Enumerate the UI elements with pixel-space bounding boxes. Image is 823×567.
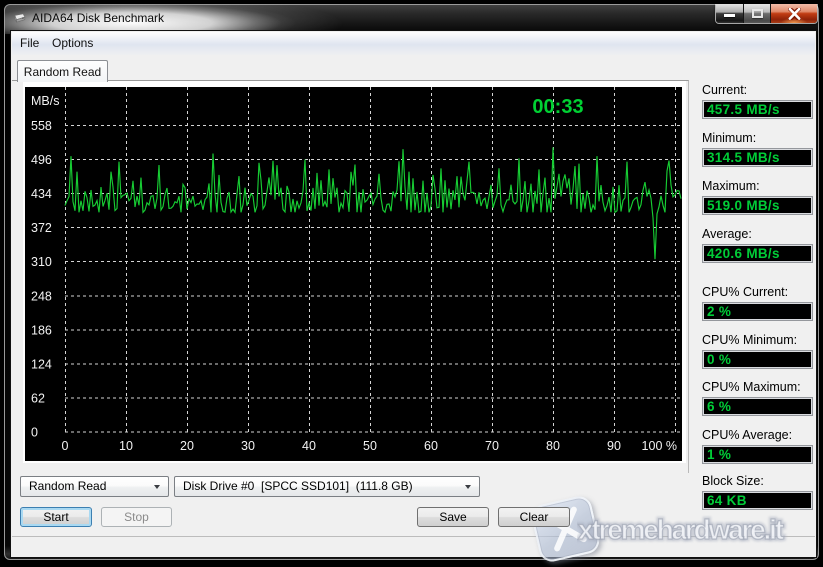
svg-text:186: 186 — [31, 323, 52, 337]
svg-text:90: 90 — [607, 439, 621, 453]
svg-text:00:33: 00:33 — [532, 96, 583, 118]
svg-text:248: 248 — [31, 289, 52, 303]
svg-text:434: 434 — [31, 187, 52, 201]
svg-text:60: 60 — [424, 439, 438, 453]
svg-text:372: 372 — [31, 221, 52, 235]
svg-text:0: 0 — [62, 439, 69, 453]
svg-text:MB/s: MB/s — [31, 94, 59, 108]
svg-text:20: 20 — [180, 439, 194, 453]
svg-text:496: 496 — [31, 153, 52, 167]
svg-text:0: 0 — [31, 426, 38, 440]
svg-text:70: 70 — [485, 439, 499, 453]
svg-text:310: 310 — [31, 255, 52, 269]
svg-text:62: 62 — [31, 391, 45, 405]
svg-text:80: 80 — [546, 439, 560, 453]
svg-text:50: 50 — [363, 439, 377, 453]
svg-text:40: 40 — [302, 439, 316, 453]
svg-text:10: 10 — [119, 439, 133, 453]
svg-text:100 %: 100 % — [642, 439, 677, 453]
svg-text:124: 124 — [31, 357, 52, 371]
svg-text:xtremehardware.it: xtremehardware.it — [578, 514, 784, 545]
svg-text:30: 30 — [241, 439, 255, 453]
svg-text:558: 558 — [31, 119, 52, 133]
